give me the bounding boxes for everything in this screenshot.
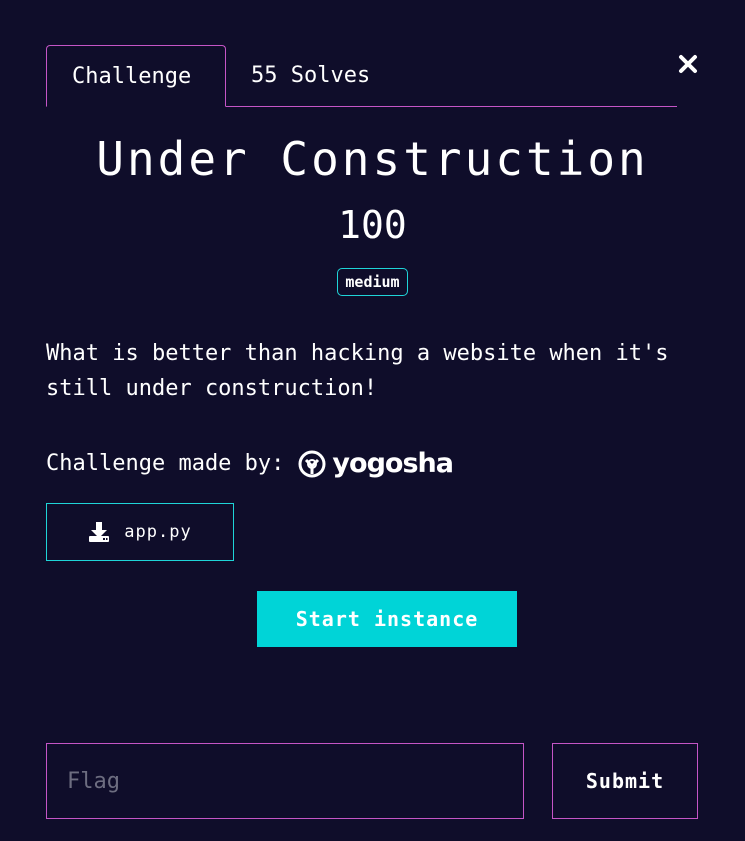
challenge-description: What is better than hacking a website wh… (46, 341, 669, 401)
download-icon (88, 521, 110, 543)
yogosha-logo: yogosha (298, 445, 454, 483)
tab-solves[interactable]: 55 Solves (226, 45, 395, 107)
yogosha-logo-icon (298, 450, 326, 478)
difficulty-badge: medium (337, 268, 408, 296)
submit-button[interactable]: Submit (552, 743, 698, 819)
file-name: app.py (124, 522, 192, 542)
start-instance-button[interactable]: Start instance (257, 591, 517, 647)
download-file-button[interactable]: app.py (46, 503, 234, 561)
author-line: Challenge made by: yogosha (46, 445, 454, 483)
tab-challenge[interactable]: Challenge (46, 45, 226, 107)
challenge-title: Under Construction (96, 132, 649, 186)
flag-input[interactable] (46, 743, 524, 819)
challenge-points: 100 (338, 203, 407, 247)
tab-bar: Challenge 55 Solves (46, 45, 677, 107)
challenge-modal: Challenge 55 Solves Under Construction 1… (0, 0, 745, 841)
made-by-label: Challenge made by: (46, 451, 285, 476)
yogosha-logo-text: yogosha (332, 448, 454, 479)
close-icon[interactable] (677, 53, 699, 75)
